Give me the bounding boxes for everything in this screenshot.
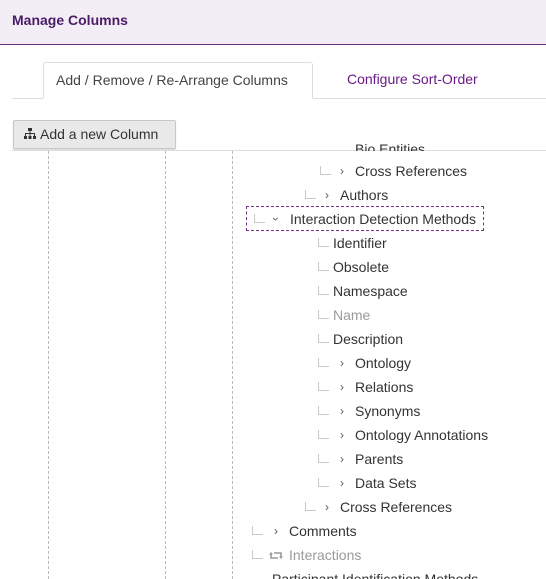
tab-bar: Add / Remove / Re-Arrange Columns Config… <box>12 62 546 99</box>
chevron-right-icon[interactable]: › <box>336 351 348 375</box>
chevron-right-icon[interactable]: › <box>321 183 333 207</box>
tree-connector <box>318 334 329 343</box>
chevron-right-icon[interactable]: › <box>336 471 348 495</box>
tree-node-label: Namespace <box>333 283 408 299</box>
tree-node-disabled: Interactions <box>0 543 546 567</box>
dialog-title: Manage Columns <box>12 12 128 28</box>
tab-configure-sort-order[interactable]: Configure Sort-Order <box>335 62 490 98</box>
chevron-right-icon[interactable]: › <box>270 519 282 543</box>
tree-node-label: Obsolete <box>333 259 390 275</box>
chevron-right-icon[interactable]: › <box>321 495 333 519</box>
tree-connector <box>252 550 263 559</box>
tree-node-label: Interaction Detection Methods <box>290 211 476 227</box>
tree-node[interactable]: › Cross References <box>0 495 546 519</box>
tree-node-label: Name <box>333 307 371 323</box>
tree-node-label: Interactions <box>289 547 362 563</box>
tree-node[interactable]: Description <box>0 327 546 351</box>
tree-node[interactable]: › Authors <box>0 183 546 207</box>
tab-add-remove-columns[interactable]: Add / Remove / Re-Arrange Columns <box>43 62 313 99</box>
chevron-right-icon[interactable]: › <box>336 159 348 183</box>
tree-node-label: Data Sets <box>355 475 417 491</box>
chevron-right-icon[interactable]: › <box>336 375 348 399</box>
tree-node[interactable]: › Comments <box>0 519 546 543</box>
tree-node[interactable]: › Ontology Annotations <box>0 423 546 447</box>
tree-node[interactable]: › Ontology <box>0 351 546 375</box>
tree-node-label: Relations <box>355 379 414 395</box>
tree-connector <box>318 358 329 367</box>
tree-connector <box>318 454 329 463</box>
tree-connector <box>318 262 329 271</box>
tree-connector <box>318 238 329 247</box>
tree-node-label: Ontology Annotations <box>355 427 489 443</box>
tree-node-label: Identifier <box>333 235 387 251</box>
tree-connector <box>318 406 329 415</box>
add-column-label: Add a new Column <box>40 126 159 142</box>
tree-connector <box>252 526 263 535</box>
tree-node-label: Cross References <box>340 499 453 515</box>
tree-node-label: Parents <box>355 451 404 467</box>
tree-connector <box>318 430 329 439</box>
tree-node-label: Ontology <box>355 355 412 371</box>
tree-connector <box>318 382 329 391</box>
tree-node-selected[interactable]: › Interaction Detection Methods <box>0 207 546 231</box>
tree-connector <box>318 478 329 487</box>
tree-node[interactable]: › Data Sets <box>0 471 546 495</box>
sitemap-icon <box>24 122 36 149</box>
tree-connector <box>318 310 329 319</box>
tree-node[interactable]: › Relations <box>0 375 546 399</box>
tree-node[interactable]: Obsolete <box>0 255 546 279</box>
chevron-right-icon[interactable]: › <box>336 399 348 423</box>
tree-node-label: Cross References <box>355 163 468 179</box>
tree-connector <box>320 166 331 175</box>
tree-node[interactable]: Namespace <box>0 279 546 303</box>
tree-node-partial: Bio Entities <box>355 141 426 151</box>
tree-node[interactable]: Identifier <box>0 231 546 255</box>
add-column-button[interactable]: Add a new Column <box>13 120 176 149</box>
tree-node[interactable]: › Cross References <box>0 159 546 183</box>
tree-node-label: Comments <box>289 523 357 539</box>
tree-node[interactable]: › Synonyms <box>0 399 546 423</box>
tree-node-label: Synonyms <box>355 403 421 419</box>
tree-connector <box>318 286 329 295</box>
tree-node-label: Description <box>333 331 404 347</box>
chevron-right-icon[interactable]: › <box>336 423 348 447</box>
tree-node-disabled: Name <box>0 303 546 327</box>
tree-connector <box>305 502 316 511</box>
dialog-header: Manage Columns <box>0 0 546 45</box>
tree-connector <box>305 190 316 199</box>
toolbar-divider <box>12 150 546 151</box>
tree-node[interactable]: › Parents <box>0 447 546 471</box>
chevron-down-icon[interactable]: › <box>264 213 288 225</box>
chevron-right-icon[interactable]: › <box>336 447 348 471</box>
retweet-icon <box>268 543 284 567</box>
tree-node-label: Authors <box>340 187 389 203</box>
tree-node-partial: Participant Identification Methods <box>272 571 479 579</box>
